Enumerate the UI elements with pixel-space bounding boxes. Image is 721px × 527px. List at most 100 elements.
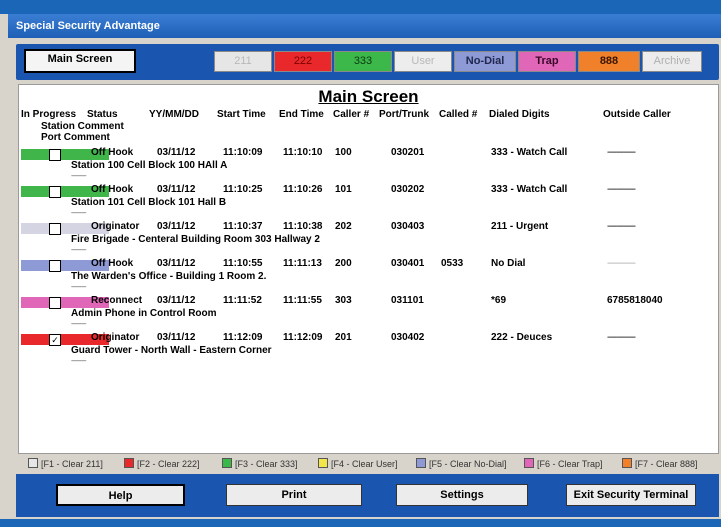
row-end-time: 11:10:10 [283, 147, 323, 158]
table-row[interactable]: Reconnect 03/11/12 11:11:52 11:11:55 303 0311… [19, 294, 718, 330]
filter-333-button[interactable]: 333 [334, 51, 392, 72]
header-called: Called # [439, 109, 478, 120]
row-date: 03/11/12 [157, 258, 196, 269]
row-port-trunk: 030201 [391, 147, 425, 158]
header-date: YY/MM/DD [149, 109, 199, 120]
legend-label: [F2 - Clear 222] [137, 459, 200, 469]
row-dialed-digits: 333 - Watch Call [491, 184, 568, 195]
filter-888-button[interactable]: 888 [578, 51, 640, 72]
filter-user-button[interactable]: User [394, 51, 452, 72]
toolbar: Main Screen 211 222 333 User No-Dial Tra… [16, 44, 719, 80]
in-progress-checkbox[interactable] [49, 149, 61, 161]
row-date: 03/11/12 [157, 221, 196, 232]
row-outside-caller: ------------ [607, 184, 636, 195]
in-progress-checkbox[interactable] [49, 223, 61, 235]
row-status: Off Hook [91, 184, 134, 195]
row-outside-caller: 6785818040 [607, 295, 663, 306]
help-button[interactable]: Help [56, 484, 185, 506]
page-title: Main Screen [318, 87, 419, 106]
settings-button[interactable]: Settings [396, 484, 528, 506]
window-frame-top [0, 0, 721, 14]
window-title: Special Security Advantage [8, 14, 721, 38]
row-dialed-digits: *69 [491, 295, 507, 306]
legend-swatch [416, 458, 426, 468]
header-in-progress: In Progress [21, 109, 77, 120]
header-station-comment: Station Comment [41, 121, 124, 132]
header-status: Status [87, 109, 118, 120]
main-screen-tab[interactable]: Main Screen [24, 49, 136, 73]
row-port-comment: ----------- [71, 284, 87, 291]
row-start-time: 11:10:09 [223, 147, 263, 158]
row-start-time: 11:12:09 [223, 332, 263, 343]
header-dialed-digits: Dialed Digits [489, 109, 550, 120]
filter-trap-button[interactable]: Trap [518, 51, 576, 72]
row-port-comment: ----------- [71, 210, 87, 217]
row-station-comment: Station 101 Cell Block 101 Hall B [71, 197, 227, 208]
legend-label: [F1 - Clear 211] [41, 459, 103, 469]
filter-211-button[interactable]: 211 [214, 51, 272, 72]
in-progress-checkbox[interactable] [49, 186, 61, 198]
legend-label: [F5 - Clear No-Dial] [429, 459, 507, 469]
legend-label: [F4 - Clear User] [331, 459, 398, 469]
row-dialed-digits: 222 - Deuces [491, 332, 553, 343]
table-row[interactable]: Off Hook 03/11/12 11:10:55 11:11:13 200 03040… [19, 257, 718, 293]
legend-swatch [318, 458, 328, 468]
row-caller: 101 [335, 184, 352, 195]
header-port-comment: Port Comment [41, 132, 110, 143]
legend-swatch [222, 458, 232, 468]
in-progress-checkbox[interactable]: ✓ [49, 334, 61, 346]
header-port-trunk: Port/Trunk [379, 109, 430, 120]
table-row[interactable]: Off Hook 03/11/12 11:10:09 11:10:10 100 03020… [19, 146, 718, 182]
row-end-time: 11:11:55 [283, 295, 322, 306]
row-port-trunk: 030401 [391, 258, 425, 269]
legend-f1: [F1 - Clear 211] [28, 458, 103, 469]
row-station-comment: The Warden's Office - Building 1 Room 2. [71, 271, 267, 282]
hotkey-legend: [F1 - Clear 211] [F2 - Clear 222] [F3 - … [16, 455, 719, 471]
row-port-comment: ----------- [71, 321, 87, 328]
legend-swatch [622, 458, 632, 468]
row-start-time: 11:10:55 [223, 258, 263, 269]
header-caller: Caller # [333, 109, 370, 120]
row-port-comment: ----------- [71, 358, 87, 365]
archive-button[interactable]: Archive [642, 51, 702, 72]
row-end-time: 11:10:38 [283, 221, 323, 232]
row-port-comment: ----------- [71, 247, 87, 254]
row-port-trunk: 030202 [391, 184, 425, 195]
row-caller: 100 [335, 147, 352, 158]
print-button[interactable]: Print [226, 484, 362, 506]
in-progress-checkbox[interactable] [49, 260, 61, 272]
legend-swatch [524, 458, 534, 468]
main-panel: Main Screen In Progress Status YY/MM/DD … [18, 84, 719, 454]
legend-swatch [124, 458, 134, 468]
row-dialed-digits: 333 - Watch Call [491, 147, 568, 158]
row-date: 03/11/12 [157, 184, 196, 195]
row-caller: 202 [335, 221, 352, 232]
filter-222-button[interactable]: 222 [274, 51, 332, 72]
row-port-comment: ----------- [71, 173, 87, 180]
header-start-time: Start Time [217, 109, 266, 120]
row-date: 03/11/12 [157, 295, 196, 306]
row-date: 03/11/12 [157, 332, 196, 343]
filter-no-dial-button[interactable]: No-Dial [454, 51, 516, 72]
row-end-time: 11:12:09 [283, 332, 323, 343]
in-progress-checkbox[interactable] [49, 297, 61, 309]
row-port-trunk: 030403 [391, 221, 425, 232]
row-port-trunk: 030402 [391, 332, 425, 343]
exit-security-terminal-button[interactable]: Exit Security Terminal [566, 484, 696, 506]
row-station-comment: Station 100 Cell Block 100 HAll A [71, 160, 228, 171]
row-status: Originator [91, 332, 140, 343]
row-start-time: 11:10:37 [223, 221, 263, 232]
legend-f6: [F6 - Clear Trap] [524, 458, 603, 469]
legend-f7: [F7 - Clear 888] [622, 458, 698, 469]
legend-label: [F7 - Clear 888] [635, 459, 698, 469]
legend-f3: [F3 - Clear 333] [222, 458, 298, 469]
table-row[interactable]: ✓ Originator 03/11/12 11:12:09 11:12:09 201 03… [19, 331, 718, 367]
footer-bar: Help Print Settings Exit Security Termin… [16, 474, 719, 517]
table-row[interactable]: Originator 03/11/12 11:10:37 11:10:38 202 030… [19, 220, 718, 256]
row-station-comment: Admin Phone in Control Room [71, 308, 217, 319]
table-row[interactable]: Off Hook 03/11/12 11:10:25 11:10:26 101 03020… [19, 183, 718, 219]
row-dialed-digits: No Dial [491, 258, 526, 269]
row-start-time: 11:10:25 [223, 184, 263, 195]
row-end-time: 11:11:13 [283, 258, 322, 269]
row-date: 03/11/12 [157, 147, 196, 158]
